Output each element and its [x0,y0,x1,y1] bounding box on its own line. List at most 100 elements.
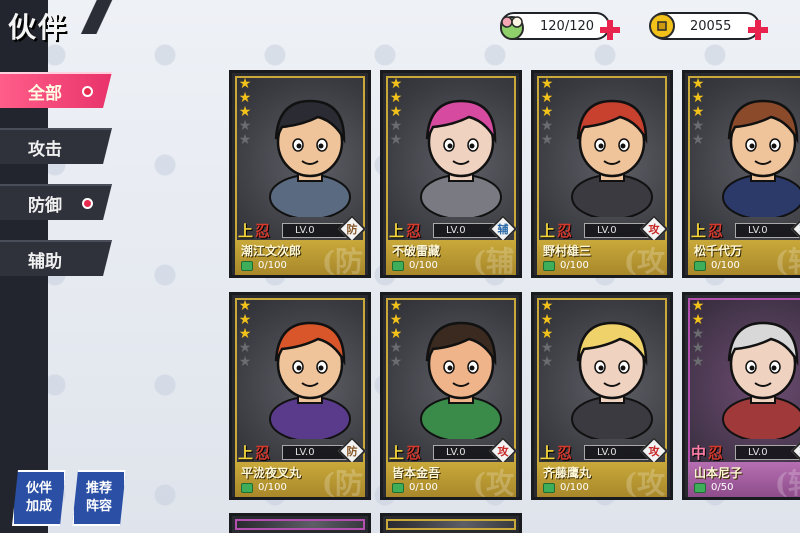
level-badge: LV.0 [735,445,800,460]
role-watermark: (辅 [472,245,514,278]
rank-class: 忍 [255,444,271,462]
partner-card[interactable]: ★ ★ ★ ★ ★ 上忍 LV.0 辅 (辅 不破雷藏 0/100 [380,70,522,278]
rank-label: 上忍 [238,220,270,241]
fragment-icon [392,482,404,493]
star-empty-icon: ★ [389,132,403,148]
fragment-icon [392,260,404,271]
role-watermark: (防 [321,245,363,278]
rank-label: 上忍 [389,220,421,241]
fragment-count: 0/100 [409,260,438,271]
star-icon: ★ [238,90,252,106]
role-watermark: (防 [321,467,363,500]
name-bar: (攻 野村雄三 0/100 [537,240,667,275]
star-icon: ★ [238,76,252,92]
level-badge: LV.0 [584,223,650,238]
star-icon: ★ [540,312,554,328]
fragment-progress: 0/100 [694,260,740,271]
partner-card[interactable]: ★ ★ ★ ★ ★ 上忍 LV.0 防 (防 平泷夜叉丸 0/100 [229,292,371,500]
star-icon: ★ [540,104,554,120]
partner-card[interactable]: ★ ★ ★ ★ ★ 上忍 LV.0 攻 (攻 野村雄三 0/100 [531,70,673,278]
partner-card[interactable]: ★ ★ ★ ★ ★ 上忍 LV.0 攻 (攻 皆本金吾 0/100 [380,292,522,500]
star-icon: ★ [389,76,403,92]
add-coins-button[interactable] [748,20,768,40]
star-empty-icon: ★ [540,340,554,356]
partner-card[interactable]: ★★★★★ 中忍 LV.0 辅 (辅 山本尼子 0/50 [682,292,800,500]
rank-tier: 中 [691,444,707,462]
fragment-count: 0/100 [560,260,589,271]
level-badge: LV.0 [282,445,348,460]
tab-all[interactable]: 全部 [0,72,112,108]
rank-tier: 上 [540,444,556,462]
partner-card[interactable]: ★ ★ ★ ★ ★ 上忍 LV.0 攻 (攻 齐藤鹰丸 0/100 [531,292,673,500]
level-badge: LV.0 [433,445,499,460]
character-portrait [711,87,800,220]
character-portrait [560,87,660,220]
partner-card[interactable]: ★★★★★ 上忍 LV.0 辅 (辅 松千代万 0/100 [682,70,800,278]
star-icon: ★ [238,312,252,328]
star-rating: ★ ★ ★ ★ ★ [238,299,252,369]
add-stamina-button[interactable] [600,20,620,40]
button-label-line2: 阵容 [85,499,112,514]
card-frame [235,519,365,530]
star-empty-icon: ★ [540,132,554,148]
partner-bonus-button[interactable]: 伙伴 加成 [12,470,66,526]
coin-icon [649,13,675,39]
rank-class: 忍 [708,222,724,240]
role-label: 防 [346,223,358,236]
rank-label: 上忍 [540,442,572,463]
partner-name: 平泷夜叉丸 [241,466,302,480]
fragment-count: 0/50 [711,482,734,493]
star-empty-icon: ★ [238,354,252,370]
name-bar: (辅 山本尼子 0/50 [688,462,800,497]
tab-label: 攻击 [28,139,62,160]
rank-tier: 上 [389,444,405,462]
stamina-bar: 120/120 [500,12,610,40]
rank-class: 忍 [557,444,573,462]
fragment-icon [241,260,253,271]
fragment-progress: 0/100 [543,260,589,271]
title-decoration [62,0,132,34]
tab-label: 全部 [28,83,62,104]
name-bar: (防 平泷夜叉丸 0/100 [235,462,365,497]
partner-card[interactable]: ★ ★ ★ ★ ★ 上忍 LV.0 防 (防 潮江文次郎 0/100 [229,70,371,278]
fragment-count: 0/100 [560,482,589,493]
rank-class: 忍 [255,222,271,240]
recommended-lineup-button[interactable]: 推荐 阵容 [72,470,126,526]
coin-bar: 20055 [649,12,760,40]
partner-card-partial[interactable] [380,513,522,533]
page-title: 伙伴 [8,11,69,44]
star-rating: ★ ★ ★ ★ ★ [540,299,554,369]
star-icon: ★ [540,90,554,106]
star-icon: ★ [238,298,252,314]
star-icon: ★ [540,326,554,342]
star-rating: ★ ★ ★ ★ ★ [691,299,705,369]
tab-support[interactable]: 辅助 [0,240,112,276]
rank-tier: 上 [691,222,707,240]
rank-class: 忍 [406,222,422,240]
star-empty-icon: ★ [238,340,252,356]
star-empty-icon: ★ [389,340,403,356]
role-watermark: (攻 [623,467,665,500]
name-bar: (辅 不破雷藏 0/100 [386,240,516,275]
star-empty-icon: ★ [238,118,252,134]
partner-name: 不破雷藏 [392,244,441,258]
star-icon: ★ [691,312,705,328]
star-icon: ★ [691,76,705,92]
tab-label: 防御 [28,195,62,216]
role-label: 防 [346,445,358,458]
role-label: 攻 [648,223,660,236]
rank-label: 上忍 [540,220,572,241]
tab-defense[interactable]: 防御 [0,184,112,220]
star-icon: ★ [389,326,403,342]
star-icon: ★ [389,312,403,328]
rank-tier: 上 [540,222,556,240]
coin-value: 20055 [690,18,732,34]
star-empty-icon: ★ [238,132,252,148]
partner-card-partial[interactable] [229,513,371,533]
partner-name: 野村雄三 [543,244,592,258]
star-icon: ★ [389,298,403,314]
tab-attack[interactable]: 攻击 [0,128,112,164]
star-rating: ★ ★ ★ ★ ★ [540,77,554,147]
role-watermark: (攻 [623,245,665,278]
stamina-value: 120/120 [540,18,595,34]
